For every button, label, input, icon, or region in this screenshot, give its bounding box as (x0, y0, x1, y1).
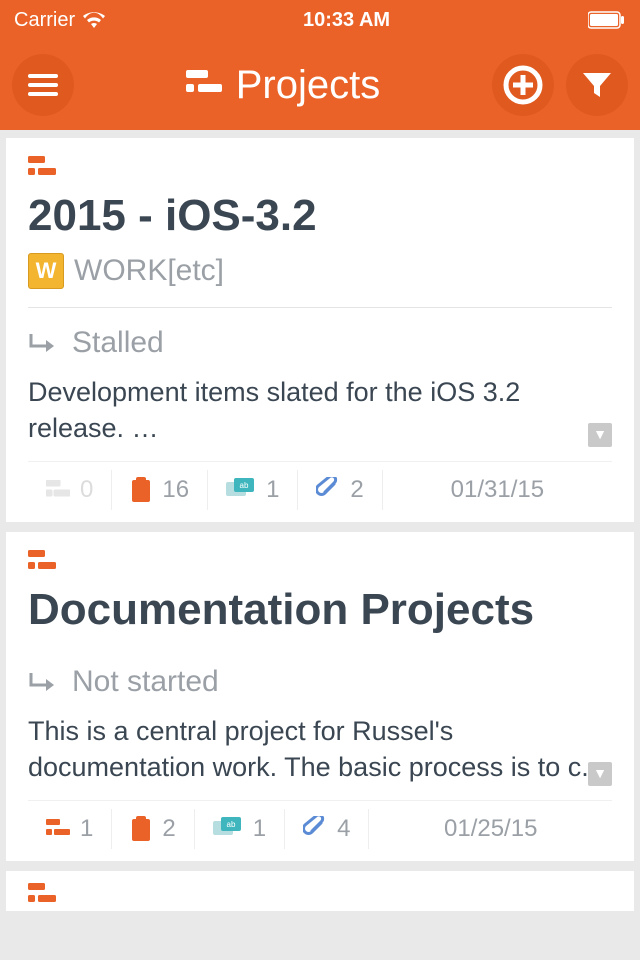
projects-list[interactable]: 2015 - iOS-3.2 W WORK[etc] Stalled Devel… (0, 130, 640, 911)
meta-attachments[interactable]: 4 (285, 809, 369, 849)
project-icon (28, 883, 56, 907)
menu-button[interactable] (12, 54, 74, 116)
project-status: Not started (28, 647, 612, 709)
meta-date: 01/31/15 (383, 470, 612, 510)
arrow-return-icon (28, 671, 56, 693)
meta-subprojects[interactable]: 1 (28, 809, 112, 849)
projects-icon (186, 70, 222, 100)
project-card[interactable] (6, 871, 634, 911)
meta-tasks[interactable]: 16 (112, 470, 208, 510)
subprojects-icon (46, 819, 70, 839)
wifi-icon (83, 11, 105, 29)
filter-button[interactable] (566, 54, 628, 116)
project-title: Documentation Projects (28, 585, 612, 635)
plus-circle-icon (503, 65, 543, 105)
subprojects-icon (46, 480, 70, 500)
clipboard-icon (130, 477, 152, 503)
arrow-return-icon (28, 332, 56, 354)
project-icon (28, 550, 56, 574)
svg-text:ab: ab (240, 481, 249, 490)
status-bar: Carrier 10:33 AM (0, 0, 640, 40)
project-description: Development items slated for the iOS 3.2… (28, 370, 612, 461)
project-status: Stalled (28, 308, 612, 370)
chat-icon: ab (226, 478, 256, 502)
expand-button[interactable]: ▼ (588, 762, 612, 786)
app-header: Projects (0, 40, 640, 130)
project-org: W WORK[etc] (28, 253, 612, 308)
page-title: Projects (186, 63, 381, 108)
expand-button[interactable]: ▼ (588, 423, 612, 447)
project-card[interactable]: Documentation Projects Not started This … (6, 532, 634, 861)
org-badge-icon: W (28, 253, 64, 289)
chat-icon: ab (213, 817, 243, 841)
meta-tasks[interactable]: 2 (112, 809, 194, 849)
project-meta: 0 16 ab 1 2 01/31/15 (28, 461, 612, 510)
meta-attachments[interactable]: 2 (298, 470, 382, 510)
meta-discussions[interactable]: ab 1 (195, 809, 285, 849)
project-icon (28, 156, 56, 180)
carrier-label: Carrier (14, 9, 75, 32)
add-button[interactable] (492, 54, 554, 116)
clipboard-icon (130, 816, 152, 842)
project-meta: 1 2 ab 1 4 01/25/15 (28, 800, 612, 849)
meta-discussions[interactable]: ab 1 (208, 470, 298, 510)
project-card[interactable]: 2015 - iOS-3.2 W WORK[etc] Stalled Devel… (6, 138, 634, 522)
project-title: 2015 - iOS-3.2 (28, 191, 612, 241)
meta-subprojects[interactable]: 0 (28, 470, 112, 510)
hamburger-icon (28, 74, 58, 96)
svg-text:ab: ab (226, 820, 235, 829)
paperclip-icon (316, 477, 340, 503)
paperclip-icon (303, 816, 327, 842)
meta-date: 01/25/15 (369, 809, 612, 849)
funnel-icon (581, 69, 613, 101)
clock-label: 10:33 AM (303, 9, 390, 32)
project-description: This is a central project for Russel's d… (28, 709, 612, 800)
battery-icon (588, 11, 626, 29)
